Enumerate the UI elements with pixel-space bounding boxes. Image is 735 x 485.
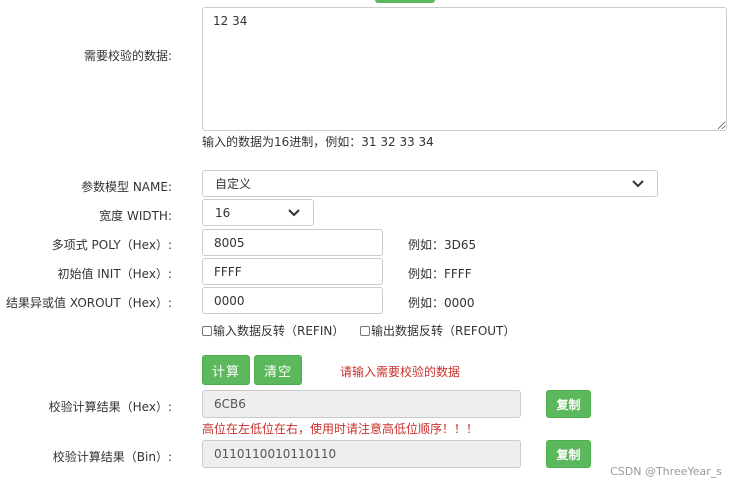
result-hex-label: 校验计算结果（Hex）:	[48, 400, 172, 414]
chevron-down-icon	[632, 179, 644, 187]
width-select-value: 16	[215, 205, 231, 220]
data-field-label: 需要校验的数据:	[83, 49, 172, 63]
status-message: 请输入需要校验的数据	[340, 365, 461, 379]
width-select[interactable]: 16	[202, 199, 314, 226]
poly-input[interactable]: 8005	[202, 229, 383, 256]
model-label: 参数模型 NAME:	[81, 180, 172, 194]
bit-order-warning: 高位在左低位在右，使用时请注意高低位顺序！！！	[202, 422, 479, 436]
refout-checkbox-box[interactable]	[360, 325, 370, 336]
data-input[interactable]: 12 34	[202, 7, 727, 131]
refout-checkbox[interactable]: 输出数据反转（REFOUT）	[360, 322, 515, 339]
xorout-example: 例如：0000	[408, 296, 475, 310]
init-label: 初始值 INIT（Hex）:	[57, 267, 172, 281]
result-bin-label: 校验计算结果（Bin）:	[52, 450, 172, 464]
refin-checkbox[interactable]: 输入数据反转（REFIN）	[202, 322, 344, 339]
xorout-label: 结果异或值 XOROUT（Hex）:	[6, 296, 172, 310]
result-hex-field[interactable]: 6CB6	[202, 390, 521, 418]
copy-hex-button[interactable]: 复制	[546, 390, 591, 418]
refin-label: 输入数据反转（REFIN）	[213, 324, 345, 338]
chevron-down-icon	[288, 208, 300, 216]
copy-bin-button[interactable]: 复制	[546, 440, 591, 468]
poly-label: 多项式 POLY（Hex）:	[51, 238, 172, 252]
width-label: 宽度 WIDTH:	[99, 209, 172, 223]
top-button-partial[interactable]	[375, 0, 435, 3]
xorout-input[interactable]: 0000	[202, 287, 383, 314]
watermark: CSDN @ThreeYear_s	[610, 465, 722, 478]
result-bin-field[interactable]: 0110110010110110	[202, 440, 521, 468]
calculate-button[interactable]: 计算	[202, 355, 250, 385]
data-hint: 输入的数据为16进制，例如：31 32 33 34	[202, 135, 434, 149]
model-select[interactable]: 自定义	[202, 170, 658, 197]
init-input[interactable]: FFFF	[202, 258, 383, 285]
refin-checkbox-box[interactable]	[202, 325, 212, 336]
clear-button[interactable]: 清空	[254, 355, 302, 385]
model-select-value: 自定义	[215, 177, 252, 191]
poly-example: 例如：3D65	[408, 238, 477, 252]
init-example: 例如：FFFF	[408, 267, 472, 281]
refout-label: 输出数据反转（REFOUT）	[371, 324, 516, 338]
